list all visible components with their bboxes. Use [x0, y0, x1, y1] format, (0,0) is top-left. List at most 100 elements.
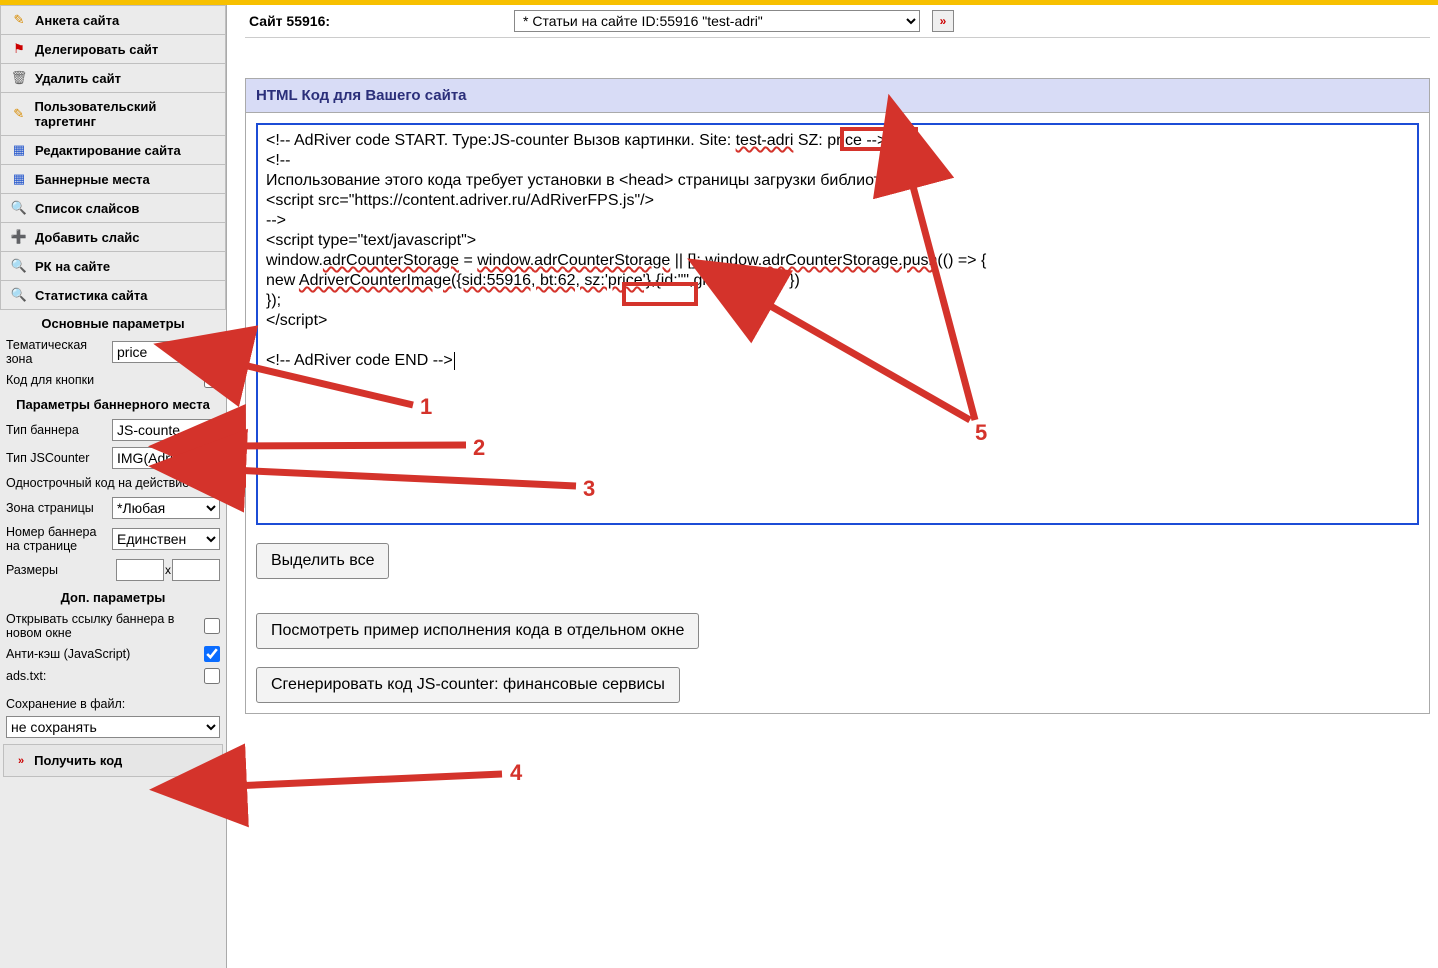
save-file-label: Сохранение в файл:	[6, 697, 220, 711]
button-code-checkbox[interactable]	[204, 372, 220, 388]
text-cursor	[454, 352, 455, 370]
menu-campaigns-icon: 🔍	[11, 258, 27, 274]
code-line: Использование этого кода требует установ…	[266, 172, 906, 189]
site-select[interactable]: * Статьи на сайте ID:55916 "test-adri"	[514, 10, 920, 32]
menu-stats-label: Статистика сайта	[35, 288, 148, 303]
menu-banner-places-label: Баннерные места	[35, 172, 150, 187]
button-code-label: Код для кнопки	[6, 373, 204, 387]
menu-delegate-site-label: Делегировать сайт	[35, 42, 158, 57]
row-banner-type: Тип баннера JS-counte	[0, 416, 226, 444]
menu-site-profile-icon: ✎	[11, 12, 27, 28]
preview-button[interactable]: Посмотреть пример исполнения кода в отде…	[256, 613, 699, 649]
adstxt-checkbox[interactable]	[204, 668, 220, 684]
anticache-checkbox[interactable]	[204, 646, 220, 662]
banner-type-label: Тип баннера	[6, 423, 112, 437]
jscounter-type-label: Тип JSCounter	[6, 451, 112, 465]
menu-edit-site-label: Редактирование сайта	[35, 143, 181, 158]
code-line: <!--	[266, 152, 290, 169]
code-line: </script>	[266, 312, 327, 329]
page-zone-select[interactable]: *Любая	[112, 497, 220, 519]
code-line: <script type="text/javascript">	[266, 232, 476, 249]
row-page-zone: Зона страницы *Любая	[0, 494, 226, 522]
menu-campaigns[interactable]: 🔍 РК на сайте	[0, 252, 226, 281]
oneline-label: Однострочный код на действие	[6, 476, 204, 490]
banner-num-select[interactable]: Единствен	[112, 528, 220, 550]
menu-site-profile[interactable]: ✎ Анкета сайта	[0, 5, 226, 35]
page-zone-label: Зона страницы	[6, 501, 112, 515]
menu-user-targeting-label: Пользовательский таргетинг	[34, 99, 215, 129]
row-theme-zone: Тематическая зона price	[0, 335, 226, 369]
generate-button[interactable]: Сгенерировать код JS-counter: финансовые…	[256, 667, 680, 703]
theme-zone-select[interactable]: price	[112, 341, 220, 363]
banner-type-select[interactable]: JS-counte	[112, 419, 220, 441]
menu-campaigns-label: РК на сайте	[35, 259, 110, 274]
menu-slice-list-icon: 🔍	[11, 200, 27, 216]
code-line: =	[459, 252, 477, 269]
code-line: new	[266, 272, 299, 289]
size-h-input[interactable]	[172, 559, 220, 581]
save-file-select[interactable]: не сохранять	[6, 716, 220, 738]
menu-stats-icon: 🔍	[11, 287, 27, 303]
menu-edit-site[interactable]: ▦ Редактирование сайта	[0, 136, 226, 165]
anticache-label: Анти-кэш (JavaScript)	[6, 647, 204, 661]
menu-delete-site-icon: 🗑	[11, 70, 27, 86]
code-line: AdriverCounterImage({sid:55916, bt:62, s…	[299, 272, 651, 289]
topbar: Сайт 55916: * Статьи на сайте ID:55916 "…	[245, 5, 1430, 38]
section-extra-params: Доп. параметры	[0, 584, 226, 609]
row-jscounter-type: Тип JSCounter IMG(Adriv	[0, 444, 226, 472]
menu-delegate-site-icon: ⚑	[11, 41, 27, 57]
code-line: SZ: price	[793, 132, 861, 149]
size-w-input[interactable]	[116, 559, 164, 581]
banner-num-label: Номер баннера на странице	[6, 525, 112, 553]
open-new-checkbox[interactable]	[204, 618, 220, 634]
menu-banner-places[interactable]: ▦ Баннерные места	[0, 165, 226, 194]
row-sizes: Размеры x	[0, 556, 226, 584]
get-code-icon: »	[18, 755, 24, 767]
menu-delegate-site[interactable]: ⚑ Делегировать сайт	[0, 35, 226, 64]
site-id-label: Сайт 55916:	[249, 13, 330, 29]
menu-user-targeting[interactable]: ✎ Пользовательский таргетинг	[0, 93, 226, 136]
jscounter-type-select[interactable]: IMG(Adriv	[112, 447, 220, 469]
code-line: (() => {	[937, 252, 986, 269]
adstxt-label: ads.txt:	[6, 669, 204, 683]
code-line: ,{id:"",gid1:"",yid1:""})	[651, 272, 800, 289]
code-line: <!-- AdRiver code END -->	[266, 352, 453, 369]
code-line: adrCounterStorage.push	[762, 252, 937, 269]
section-main-params: Основные параметры	[0, 310, 226, 335]
sidebar: ✎ Анкета сайта ⚑ Делегировать сайт 🗑 Удалить …	[0, 5, 227, 968]
sizes-label: Размеры	[6, 563, 116, 577]
row-open-new: Открывать ссылку баннера в новом окне	[0, 609, 226, 643]
menu-delete-site-label: Удалить сайт	[35, 71, 121, 86]
get-code-button[interactable]: » Получить код	[3, 744, 223, 777]
row-banner-num: Номер баннера на странице Единствен	[0, 522, 226, 556]
menu-add-slice[interactable]: ➕Добавить слайс	[0, 223, 226, 252]
menu-stats[interactable]: 🔍 Статистика сайта	[0, 281, 226, 310]
code-line: <script src="https://content.adriver.ru/…	[266, 192, 654, 209]
arrow-right-icon: »	[940, 14, 947, 28]
go-button[interactable]: »	[932, 10, 954, 32]
menu-delete-site[interactable]: 🗑 Удалить сайт	[0, 64, 226, 93]
menu-user-targeting-icon: ✎	[11, 106, 26, 122]
menu-slice-list-label: Список слайсов	[35, 201, 139, 216]
sidebar-menu: ✎ Анкета сайта ⚑ Делегировать сайт 🗑 Удалить …	[0, 5, 226, 310]
row-anticache: Анти-кэш (JavaScript)	[0, 643, 226, 665]
main-area: Сайт 55916: * Статьи на сайте ID:55916 "…	[227, 5, 1438, 968]
code-line: -->	[862, 132, 886, 149]
select-all-button[interactable]: Выделить все	[256, 543, 389, 579]
menu-edit-site-icon: ▦	[11, 142, 27, 158]
menu-slice-list[interactable]: 🔍 Список слайсов	[0, 194, 226, 223]
open-new-label: Открывать ссылку баннера в новом окне	[6, 612, 204, 640]
code-line: || []; window.	[670, 252, 762, 269]
size-x-sep: x	[164, 563, 172, 577]
theme-zone-label: Тематическая зона	[6, 338, 112, 366]
code-line: window.	[266, 252, 323, 269]
code-textarea[interactable]: <!-- AdRiver code START. Type:JS-counter…	[256, 123, 1419, 525]
menu-site-profile-label: Анкета сайта	[35, 13, 119, 28]
code-line: <!-- AdRiver code START. Type:JS-counter…	[266, 132, 736, 149]
code-line: test-adri	[736, 132, 794, 149]
code-panel: HTML Код для Вашего сайта <!-- AdRiver c…	[245, 78, 1430, 714]
menu-banner-places-icon: ▦	[11, 171, 27, 187]
row-save-file-label: Сохранение в файл:	[0, 687, 226, 714]
menu-add-slice-icon: ➕	[11, 229, 27, 245]
oneline-checkbox[interactable]	[204, 475, 220, 491]
